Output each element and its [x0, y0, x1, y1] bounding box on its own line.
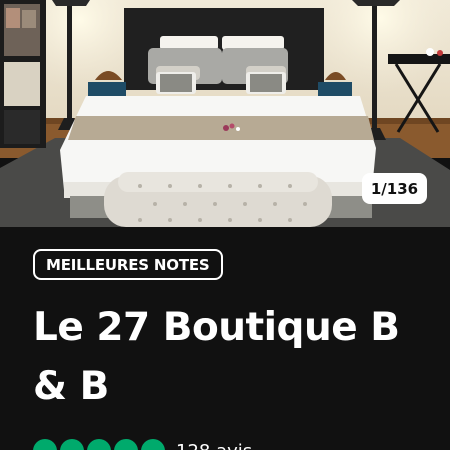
rating-bubble-icon [141, 439, 165, 450]
award-badge: MEILLEURES NOTES [33, 249, 223, 280]
rating-row[interactable]: 128 avis [33, 438, 252, 450]
listing-title: Le 27 Boutique B & B [33, 305, 400, 409]
rating-bubble-icon [87, 439, 111, 450]
hotel-listing-screen: 1/136 MEILLEURES NOTES Le 27 Boutique B … [0, 0, 450, 450]
review-count[interactable]: 128 avis [176, 441, 252, 450]
rating-bubble-icon [60, 439, 84, 450]
photo-counter-badge: 1/136 [362, 173, 427, 204]
rating-bubble-icon [33, 439, 57, 450]
rating-bubble-icon [114, 439, 138, 450]
